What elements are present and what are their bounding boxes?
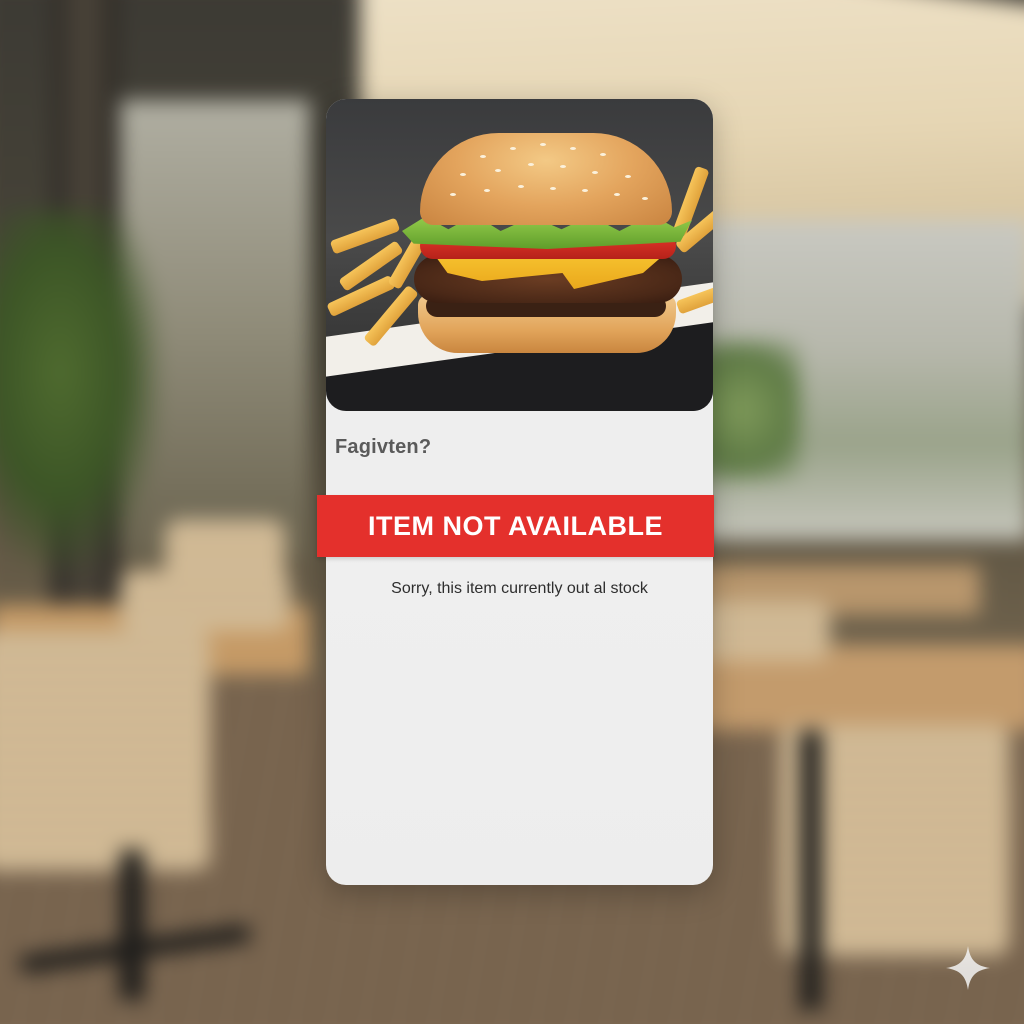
sesame-seed [570,147,576,150]
sesame-seed [495,169,501,172]
sesame-seed [582,189,588,192]
sesame-seed [642,197,648,200]
chair [0,630,210,870]
out-of-stock-message: Sorry, this item currently out al stock [391,580,648,597]
sesame-seed [625,175,631,178]
table-leg [800,730,822,1010]
sesame-seed [460,173,466,176]
sesame-seed [550,187,556,190]
sparkle-icon [946,946,990,990]
chair [700,600,830,660]
sesame-seed [480,155,486,158]
not-available-banner: ITEM NOT AVAILABLE [317,495,714,557]
item-image [326,99,713,411]
item-title: Fagivten? [335,436,432,458]
sesame-seed [560,165,566,168]
chair [120,570,290,630]
sesame-seed [510,147,516,150]
item-card: Fagivten? ITEM NOT AVAILABLE Sorry, this… [317,99,714,885]
sesame-seed [518,185,524,188]
sesame-seed [592,171,598,174]
sesame-seed [528,163,534,166]
sesame-seed [540,143,546,146]
top-bun [420,133,672,225]
sesame-seed [600,153,606,156]
sesame-seed [450,193,456,196]
banner-label: ITEM NOT AVAILABLE [368,510,663,541]
table-leg [120,850,144,1000]
sesame-seed [484,189,490,192]
plant [0,210,160,570]
sesame-seed [614,193,620,196]
